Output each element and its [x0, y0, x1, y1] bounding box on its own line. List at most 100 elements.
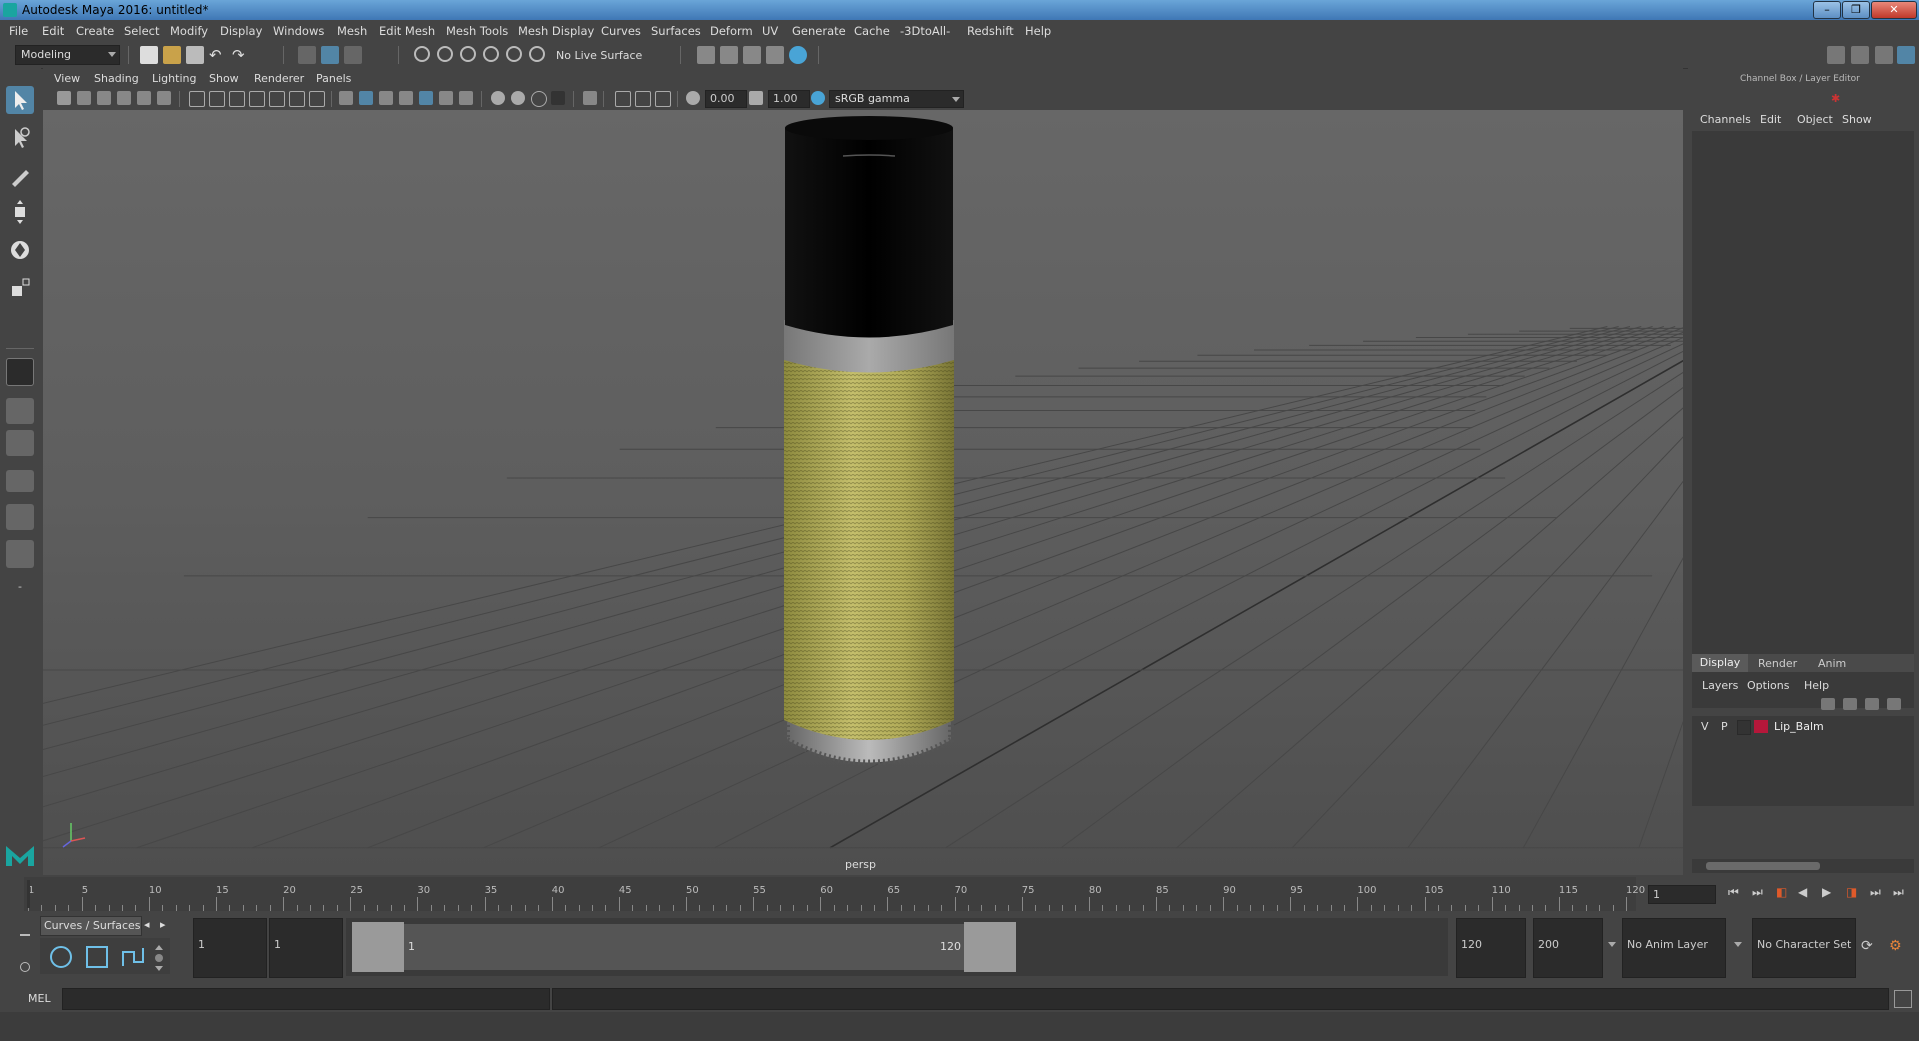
minimize-button[interactable]: –	[1813, 1, 1841, 19]
bookmark-icon[interactable]	[97, 91, 111, 105]
tab-render[interactable]: Render	[1758, 657, 1797, 670]
channel-box-icon[interactable]	[1897, 46, 1915, 64]
menu-file[interactable]: File	[9, 24, 28, 38]
tab-object[interactable]: Object	[1797, 113, 1833, 126]
vp-menu-lighting[interactable]: Lighting	[152, 72, 196, 85]
playback-end-field[interactable]: 120	[1456, 918, 1526, 978]
anim-preferences-icon[interactable]: ⚙	[1889, 938, 1902, 954]
xray-icon[interactable]	[615, 91, 631, 107]
step-back-frame-icon[interactable]: ◧	[1776, 885, 1787, 899]
menu-edit[interactable]: Edit	[42, 24, 64, 38]
move-tool-icon[interactable]	[6, 198, 34, 226]
default-material-icon[interactable]	[379, 91, 393, 105]
time-ruler[interactable]: 1 5 10 15 20 25 30 35 40 45 50 55 60 65 70 75 80 85 90 95 10…	[24, 877, 1645, 911]
use-all-lights-icon[interactable]	[439, 91, 453, 105]
range-slider-end-handle[interactable]	[964, 922, 1016, 972]
menu-mesh-display[interactable]: Mesh Display	[518, 24, 594, 38]
ipr-render-icon[interactable]	[720, 46, 738, 64]
vp-menu-renderer[interactable]: Renderer	[254, 72, 304, 85]
tab-channels[interactable]: Channels	[1700, 113, 1751, 126]
tab-edit[interactable]: Edit	[1760, 113, 1781, 126]
layer-menu-help[interactable]: Help	[1804, 679, 1829, 692]
exposure-icon[interactable]	[686, 91, 700, 105]
motion-blur-icon[interactable]	[511, 91, 525, 105]
command-input[interactable]	[62, 988, 550, 1010]
menu-cache[interactable]: Cache	[854, 24, 890, 38]
render-settings-icon[interactable]	[743, 46, 761, 64]
xray-joints-icon[interactable]	[655, 91, 671, 107]
menu-windows[interactable]: Windows	[273, 24, 324, 38]
shelf-tab[interactable]: Curves / Surfaces	[40, 916, 142, 936]
modeling-toolkit-icon[interactable]	[1827, 46, 1845, 64]
layer-row[interactable]: V P Lip_Balm	[1692, 718, 1914, 736]
four-view-layout-icon[interactable]	[6, 398, 34, 424]
select-tool-icon[interactable]	[6, 86, 34, 114]
wireframe-icon[interactable]	[339, 91, 353, 105]
grid-icon[interactable]	[189, 91, 205, 107]
menu-select[interactable]: Select	[124, 24, 159, 38]
menu-generate[interactable]: Generate	[792, 24, 846, 38]
shelf-menu-icon[interactable]	[20, 934, 30, 936]
depth-of-field-icon[interactable]	[551, 91, 565, 105]
menu-create[interactable]: Create	[76, 24, 114, 38]
step-back-key-icon[interactable]: ⏭	[1752, 885, 1763, 900]
tab-show[interactable]: Show	[1842, 113, 1872, 126]
nurbs-square-icon[interactable]	[86, 946, 108, 968]
lasso-tool-icon[interactable]	[6, 124, 34, 152]
color-management-icon[interactable]	[811, 91, 825, 105]
isolate-select-icon[interactable]	[583, 91, 597, 105]
auto-key-icon[interactable]: ⟳	[1861, 938, 1873, 954]
paint-select-tool-icon[interactable]	[6, 162, 34, 190]
rotate-tool-icon[interactable]	[6, 236, 34, 264]
snap-grid-icon[interactable]	[414, 46, 430, 62]
snap-live-icon[interactable]	[529, 46, 545, 62]
range-end-field[interactable]: 200	[1533, 918, 1603, 978]
render-view-icon[interactable]	[789, 46, 807, 64]
playback-start-field[interactable]: 1	[269, 918, 343, 978]
menu-curves[interactable]: Curves	[601, 24, 641, 38]
tool-settings-icon[interactable]	[1875, 46, 1893, 64]
vp-menu-show[interactable]: Show	[209, 72, 239, 85]
perspective-viewport[interactable]: persp	[43, 110, 1683, 875]
field-chart-icon[interactable]	[269, 91, 285, 107]
textured-icon[interactable]	[419, 91, 433, 105]
undo-icon[interactable]: ↶	[209, 46, 227, 64]
layer-color-swatch[interactable]	[1754, 720, 1768, 733]
hypershade-layout-icon[interactable]	[6, 540, 34, 568]
xray-active-icon[interactable]	[635, 91, 651, 107]
save-scene-icon[interactable]	[186, 46, 204, 64]
gamma-icon[interactable]	[749, 91, 763, 105]
new-layer-icon[interactable]	[1865, 698, 1879, 710]
exposure-field[interactable]: 0.00	[705, 90, 747, 108]
camera-icon[interactable]	[57, 91, 71, 105]
safe-action-icon[interactable]	[289, 91, 305, 107]
menu-mesh-tools[interactable]: Mesh Tools	[446, 24, 508, 38]
tab-display[interactable]: Display	[1692, 654, 1748, 672]
range-slider-start-handle[interactable]	[352, 922, 404, 972]
shelf-scroll-icon[interactable]	[154, 942, 164, 971]
scrollbar-thumb[interactable]	[1706, 862, 1820, 870]
maximize-button[interactable]: ❐	[1842, 1, 1870, 19]
live-surface-label[interactable]: No Live Surface	[556, 49, 642, 62]
select-component-icon[interactable]	[344, 46, 362, 64]
gamma-field[interactable]: 1.00	[768, 90, 810, 108]
menu-redshift[interactable]: Redshift	[967, 24, 1014, 38]
lip-balm-model[interactable]	[784, 116, 954, 766]
snap-curve-icon[interactable]	[437, 46, 453, 62]
shelf-next-icon[interactable]: ▸	[160, 918, 166, 931]
camera-attributes-icon[interactable]	[77, 91, 91, 105]
new-layer-selected-icon[interactable]	[1887, 698, 1901, 710]
persp-graph-layout-icon[interactable]	[6, 470, 34, 492]
menu-surfaces[interactable]: Surfaces	[651, 24, 701, 38]
play-forwards-icon[interactable]: ▶	[1822, 885, 1831, 899]
image-plane-icon[interactable]	[117, 91, 131, 105]
menu-uv[interactable]: UV	[762, 24, 778, 38]
menu-mesh[interactable]: Mesh	[337, 24, 367, 38]
tab-anim[interactable]: Anim	[1818, 657, 1846, 670]
menu-deform[interactable]: Deform	[710, 24, 753, 38]
grease-pencil-icon[interactable]	[157, 91, 171, 105]
layer-type-toggle[interactable]	[1737, 720, 1751, 735]
gate-mask-icon[interactable]	[249, 91, 265, 107]
menu-display[interactable]: Display	[220, 24, 262, 38]
two-d-pan-icon[interactable]	[137, 91, 151, 105]
